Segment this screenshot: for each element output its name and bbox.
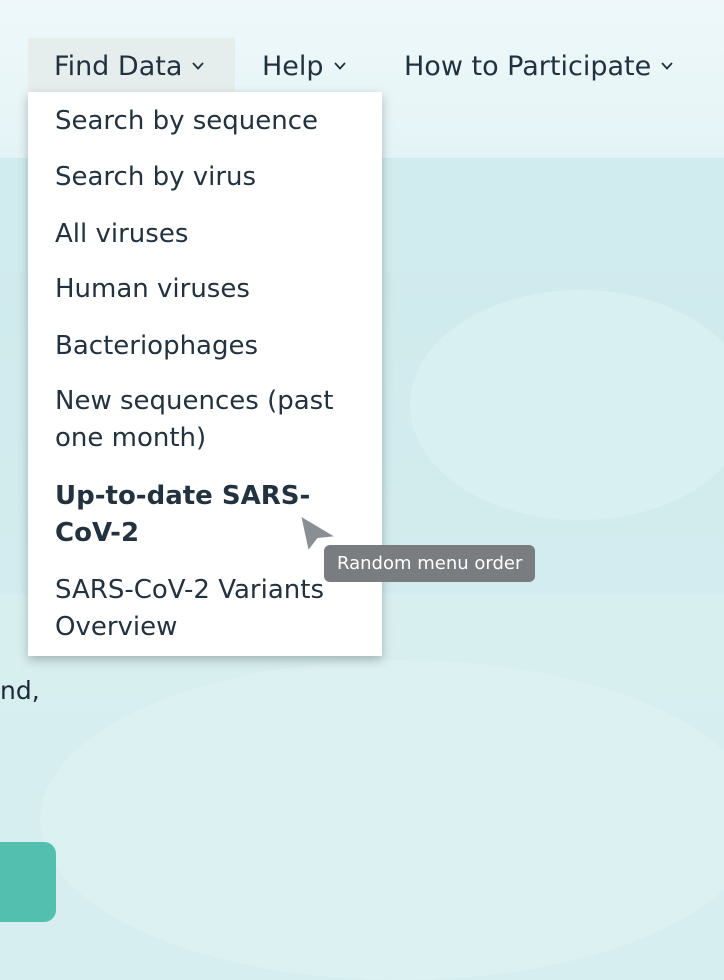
top-nav: Find Data Help How to Participate — [0, 0, 724, 94]
nav-help[interactable]: Help — [262, 38, 348, 94]
menu-item-bacteriophages[interactable]: Bacteriophages — [55, 328, 355, 365]
nav-how-to-participate-label: How to Participate — [404, 50, 652, 82]
menu-item-search-by-virus[interactable]: Search by virus — [55, 159, 355, 196]
nav-how-to-participate[interactable]: How to Participate — [404, 38, 675, 94]
menu-item-search-by-sequence[interactable]: Search by sequence — [55, 103, 355, 140]
body-text-fragment: nd, — [0, 676, 40, 705]
tooltip-text: Random menu order — [337, 553, 523, 574]
decorative-blob-lower — [40, 660, 724, 980]
nav-find-data-label: Find Data — [54, 50, 183, 82]
menu-item-all-viruses[interactable]: All viruses — [55, 216, 355, 253]
chevron-down-icon — [333, 62, 346, 70]
nav-help-label: Help — [262, 50, 324, 82]
menu-item-human-viruses[interactable]: Human viruses — [55, 271, 355, 308]
nav-find-data[interactable]: Find Data — [28, 38, 235, 94]
tooltip: Random menu order — [324, 545, 536, 582]
menu-item-new-sequences[interactable]: New sequences (past one month) — [55, 383, 355, 457]
cta-button[interactable] — [0, 842, 56, 922]
chevron-down-icon — [661, 62, 673, 70]
chevron-down-icon — [192, 62, 205, 70]
menu-item-sars-cov-2-variants-overview[interactable]: SARS-CoV-2 Variants Overview — [55, 572, 355, 646]
